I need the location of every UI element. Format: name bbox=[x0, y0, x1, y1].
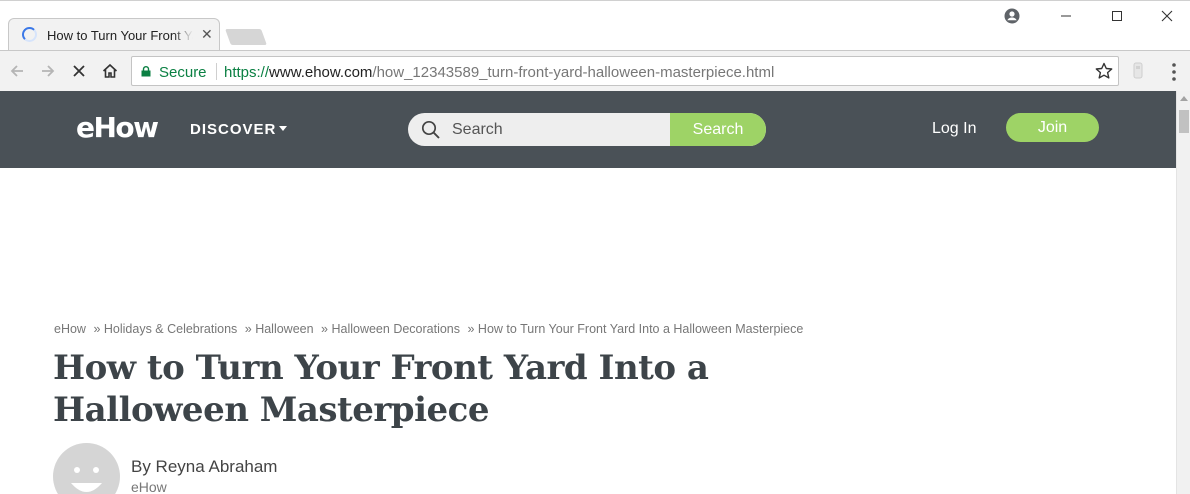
back-arrow-icon[interactable] bbox=[6, 60, 28, 82]
join-button[interactable]: Join bbox=[1006, 113, 1099, 142]
breadcrumb-item[interactable]: » How to Turn Your Front Yard Into a Hal… bbox=[468, 322, 804, 336]
bookmark-star-icon[interactable] bbox=[1094, 61, 1114, 81]
scroll-thumb[interactable] bbox=[1179, 110, 1189, 133]
breadcrumb-item[interactable]: » Halloween bbox=[245, 322, 314, 336]
stop-loading-icon[interactable] bbox=[68, 60, 90, 82]
url-text[interactable]: https://www.ehow.com/how_12343589_turn-f… bbox=[224, 64, 774, 81]
discover-menu[interactable]: DISCOVER bbox=[190, 121, 288, 138]
caret-down-icon bbox=[279, 125, 288, 131]
minimize-icon[interactable] bbox=[1056, 7, 1076, 25]
breadcrumb: eHow » Holidays & Celebrations » Hallowe… bbox=[54, 322, 807, 336]
avatar-face-icon bbox=[71, 467, 102, 492]
home-icon[interactable] bbox=[99, 60, 121, 82]
breadcrumb-item[interactable]: » Halloween Decorations bbox=[321, 322, 460, 336]
scroll-up-arrow-icon[interactable] bbox=[1180, 96, 1188, 101]
search-input[interactable] bbox=[452, 113, 670, 146]
search-bar: Search bbox=[408, 113, 766, 146]
extension-icon[interactable] bbox=[1131, 60, 1145, 82]
lock-icon bbox=[141, 66, 151, 77]
search-icon bbox=[421, 120, 440, 139]
site-header: eHow DISCOVER Search Log In Join bbox=[0, 91, 1176, 168]
ehow-logo[interactable]: eHow bbox=[76, 111, 159, 144]
url-path: /how_12343589_turn-front-yard-halloween-… bbox=[372, 64, 775, 81]
browser-tab[interactable]: How to Turn Your Front Yard Into a Hallo… bbox=[8, 18, 220, 51]
maximize-icon[interactable] bbox=[1107, 7, 1127, 25]
address-separator bbox=[216, 63, 217, 80]
tab-close-icon[interactable]: ✕ bbox=[201, 26, 213, 42]
login-link[interactable]: Log In bbox=[932, 120, 976, 138]
window-close-icon[interactable] bbox=[1157, 7, 1177, 25]
menu-kebab-icon[interactable] bbox=[1166, 61, 1182, 83]
breadcrumb-item[interactable]: » Holidays & Celebrations bbox=[93, 322, 237, 336]
author-organization: eHow bbox=[131, 479, 167, 494]
address-bar[interactable]: Secure https://www.ehow.com/how_12343589… bbox=[131, 56, 1119, 86]
discover-label: DISCOVER bbox=[190, 121, 277, 138]
avatar[interactable] bbox=[53, 443, 120, 494]
loading-spinner-icon bbox=[22, 27, 37, 42]
account-icon[interactable] bbox=[1002, 7, 1022, 25]
search-button[interactable]: Search bbox=[670, 113, 766, 146]
url-host: www.ehow.com bbox=[269, 64, 373, 81]
secure-label: Secure bbox=[159, 64, 207, 81]
page-scrollbar[interactable] bbox=[1176, 91, 1190, 494]
forward-arrow-icon[interactable] bbox=[37, 60, 59, 82]
breadcrumb-item[interactable]: eHow bbox=[54, 322, 86, 336]
new-tab-button[interactable] bbox=[225, 29, 267, 45]
article-title: How to Turn Your Front Yard Into a Hallo… bbox=[53, 348, 709, 430]
author-name[interactable]: By Reyna Abraham bbox=[131, 457, 277, 477]
browser-titlebar: How to Turn Your Front Yard Into a Hallo… bbox=[0, 0, 1190, 51]
tab-title: How to Turn Your Front Yard Into a Hallo… bbox=[47, 28, 193, 43]
browser-toolbar: Secure https://www.ehow.com/how_12343589… bbox=[0, 50, 1190, 91]
url-scheme: https:// bbox=[224, 64, 270, 81]
